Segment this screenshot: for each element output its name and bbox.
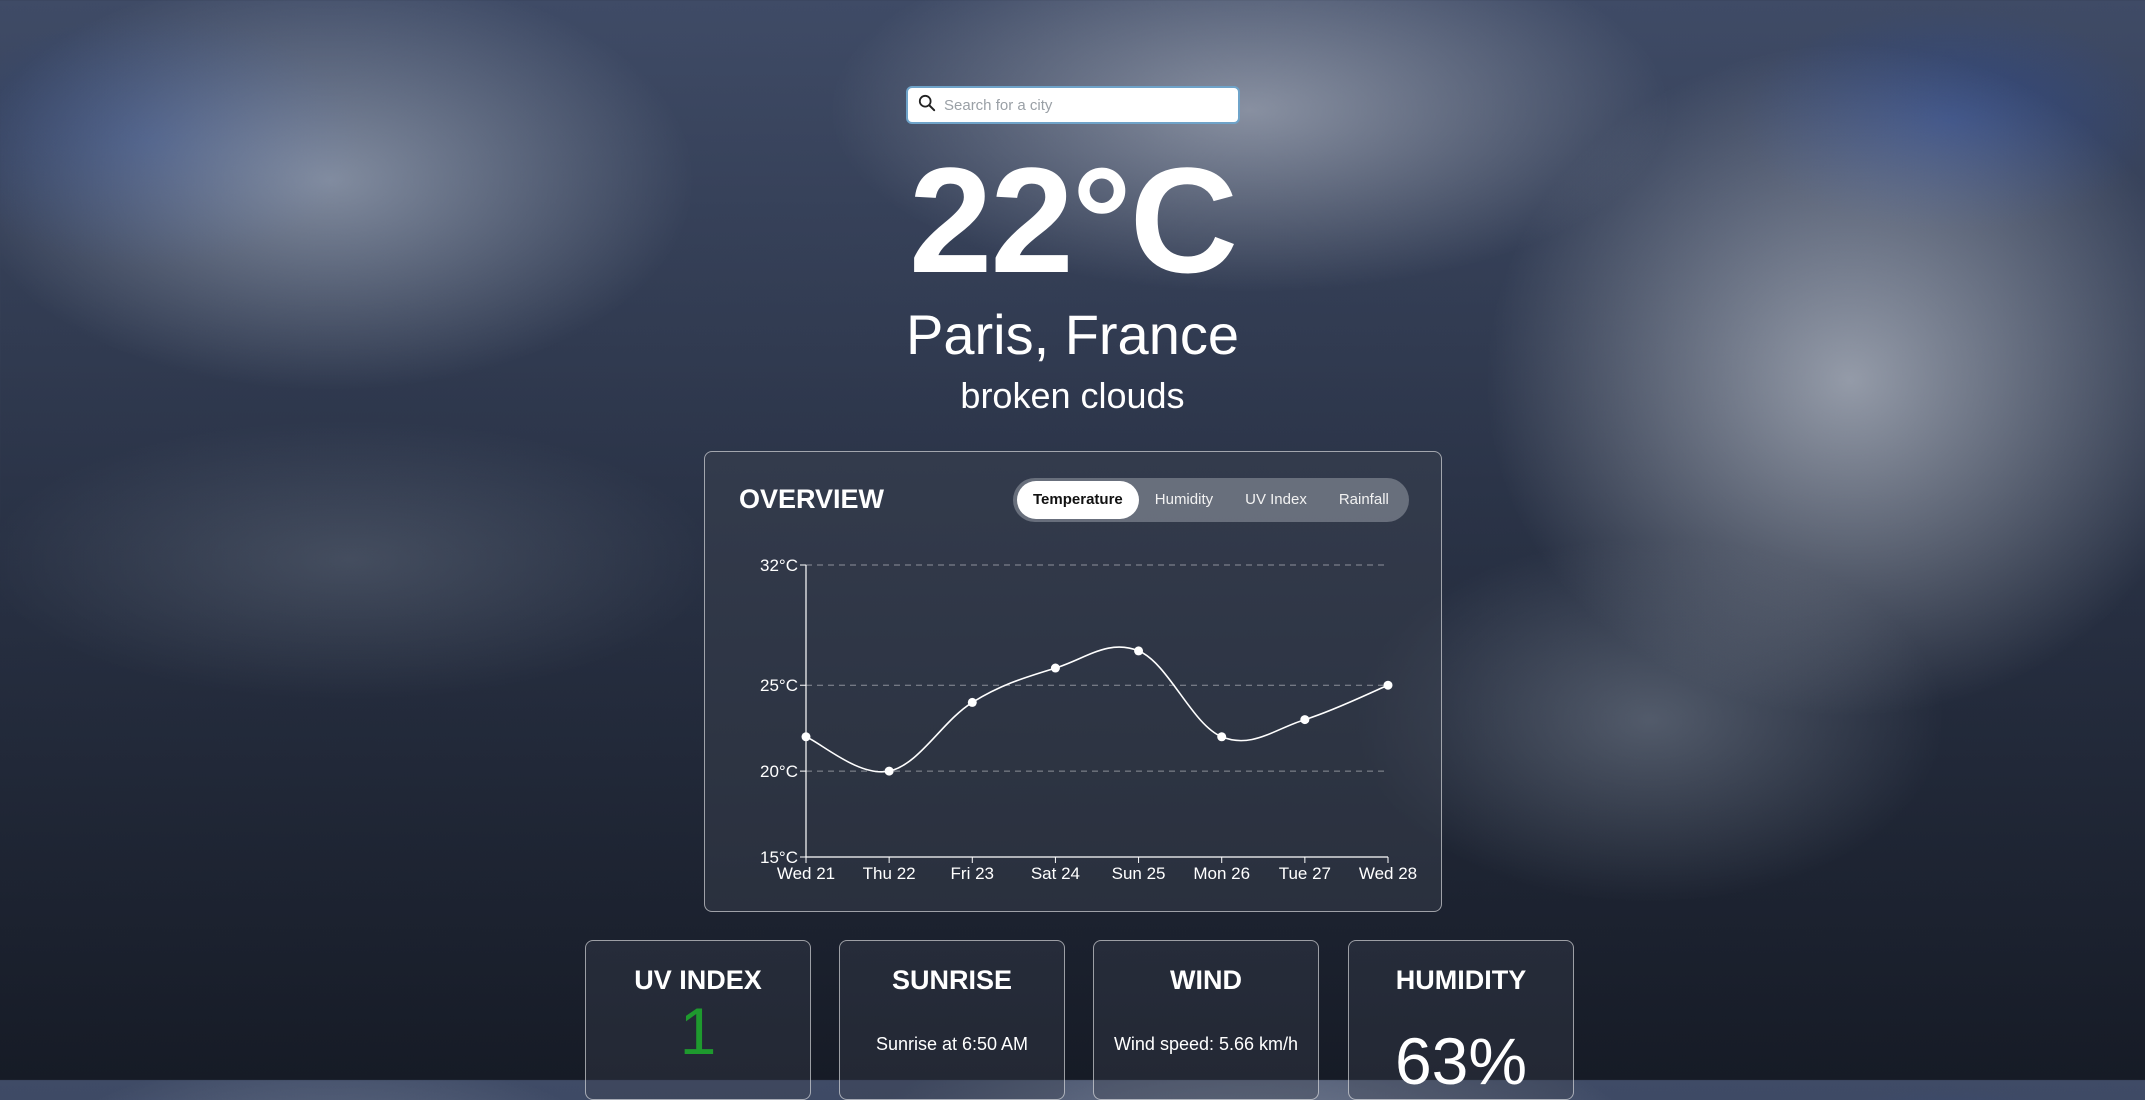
humidity-card: HUMIDITY 63% bbox=[1348, 940, 1574, 1100]
data-point bbox=[1217, 732, 1227, 742]
humidity-value: 63% bbox=[1394, 1024, 1528, 1098]
sunrise-card: SUNRISE Sunrise at 6:50 AM bbox=[839, 940, 1065, 1100]
x-tick-label: Thu 22 bbox=[863, 864, 916, 883]
data-point bbox=[884, 766, 894, 776]
y-tick-label: 25°C bbox=[760, 676, 798, 695]
uv-index-value: 1 bbox=[679, 994, 717, 1068]
search-input[interactable] bbox=[942, 95, 1236, 115]
uv-index-title: UV INDEX bbox=[634, 965, 762, 995]
sunrise-text: Sunrise at 6:50 AM bbox=[875, 1034, 1029, 1054]
overview-panel: OVERVIEW Temperature Humidity UV Index R… bbox=[704, 451, 1442, 912]
x-tick-label: Fri 23 bbox=[951, 864, 994, 883]
data-point bbox=[967, 697, 977, 707]
x-tick-label: Mon 26 bbox=[1193, 864, 1250, 883]
data-point bbox=[1050, 663, 1060, 673]
data-point bbox=[1383, 680, 1393, 690]
humidity-title: HUMIDITY bbox=[1395, 965, 1527, 995]
sunrise-title: SUNRISE bbox=[891, 965, 1013, 995]
data-point bbox=[1300, 715, 1310, 725]
temperature-chart: 15°C20°C25°C32°CWed 21 Thu 22 Fri 23 Sat 24… bbox=[760, 556, 1417, 883]
weather-description: broken clouds bbox=[960, 375, 1185, 416]
uv-index-card: UV INDEX 1 bbox=[585, 940, 811, 1100]
y-tick-label: 32°C bbox=[760, 556, 798, 575]
x-tick-label: Wed 21 bbox=[777, 864, 835, 883]
x-tick-label: Sat 24 bbox=[1031, 864, 1080, 883]
data-point bbox=[1134, 646, 1144, 656]
x-tick-label: Tue 27 bbox=[1279, 864, 1331, 883]
location-name: Paris, France bbox=[906, 303, 1239, 366]
search-bar[interactable] bbox=[906, 86, 1240, 124]
wind-card: WIND Wind speed: 5.66 km/h bbox=[1093, 940, 1319, 1100]
x-tick-label: Wed 28 bbox=[1359, 864, 1417, 883]
temperature-series-line bbox=[805, 646, 1389, 773]
data-point bbox=[801, 732, 811, 742]
y-tick-label: 20°C bbox=[760, 762, 798, 781]
x-tick-label: Sun 25 bbox=[1112, 864, 1166, 883]
wind-text: Wind speed: 5.66 km/h bbox=[1113, 1034, 1299, 1054]
search-icon bbox=[918, 94, 936, 117]
current-temperature: 22°C bbox=[908, 136, 1238, 304]
wind-title: WIND bbox=[1170, 965, 1242, 995]
